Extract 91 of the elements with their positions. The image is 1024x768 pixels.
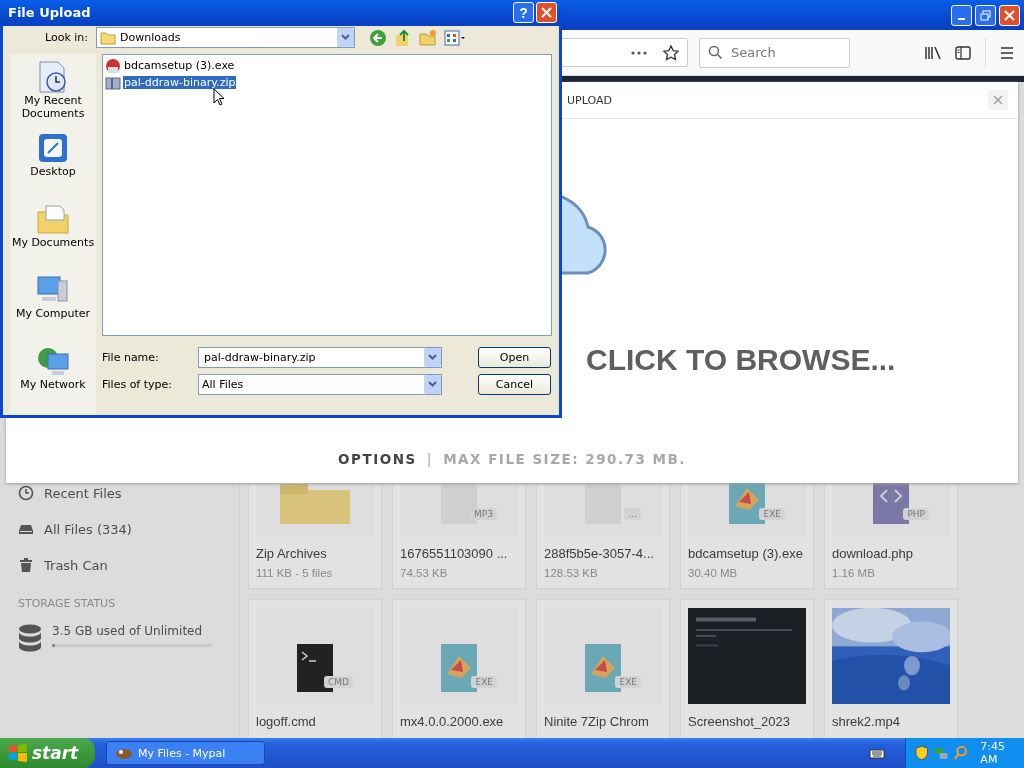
file-type-badge: EXE	[759, 508, 785, 520]
app-icon	[115, 746, 133, 760]
star-icon[interactable]	[663, 44, 679, 61]
zip-folder-icon	[105, 74, 121, 91]
keyboard-icon[interactable]	[869, 747, 885, 759]
file-name-combo[interactable]: pal-ddraw-binary.zip	[198, 347, 442, 368]
start-button[interactable]: start	[0, 738, 95, 768]
restore-button[interactable]	[975, 4, 996, 26]
help-button[interactable]: ?	[513, 2, 534, 24]
file-type-badge: EXE	[471, 676, 497, 688]
minimize-icon	[958, 18, 965, 20]
clock: 7:45 AM	[980, 740, 1007, 766]
library-icon[interactable]	[925, 45, 941, 60]
field-label: Files of type:	[102, 378, 173, 391]
view-menu-icon[interactable]	[444, 29, 466, 46]
more-icon[interactable]	[631, 50, 647, 55]
close-icon	[541, 7, 552, 19]
places-item[interactable]: My Network	[11, 344, 95, 415]
file-name: Ninite 7Zip Chrom	[544, 714, 650, 729]
sidebar-icon[interactable]	[955, 45, 971, 60]
separator: |	[426, 451, 434, 467]
file-card[interactable]: Screenshot_2023	[680, 599, 814, 738]
file-name: 1676551103090 ...	[400, 546, 509, 561]
sidebar-item[interactable]: All Files (334)	[44, 521, 132, 537]
file-size: 128.53 KB	[544, 567, 599, 579]
file-card[interactable]: CMD logoff.cmd	[248, 599, 382, 738]
dropdown-button[interactable]	[424, 375, 441, 394]
clock-icon	[18, 485, 34, 501]
places-item[interactable]: Desktop	[11, 131, 95, 202]
dialog-title: UPLOAD	[567, 93, 612, 107]
folder-icon	[280, 484, 350, 524]
taskbar-button[interactable]: My Files - Mypal	[106, 741, 265, 765]
database-icon	[18, 624, 42, 652]
places-item[interactable]: My Computer	[11, 273, 95, 344]
file-type-badge: ...	[624, 508, 641, 520]
file-size: 74.53 KB	[400, 567, 449, 579]
file-name: Zip Archives	[256, 546, 328, 561]
section-heading: STORAGE STATUS	[18, 597, 117, 610]
file-name: logoff.cmd	[256, 714, 317, 729]
storage-text: 3.5 GB used of Unlimited	[52, 624, 204, 638]
file-size: 1.16 MB	[832, 567, 876, 579]
file-name: shrek2.mp4	[832, 714, 901, 729]
file-card[interactable]: EXE Ninite 7Zip Chrom	[536, 599, 670, 738]
file-name: bdcamsetup (3).exe	[688, 546, 804, 561]
places-item[interactable]: My Documents	[11, 202, 95, 273]
open-button[interactable]: Open	[478, 347, 551, 368]
file-size: 111 KB - 5 files	[256, 567, 334, 579]
look-in-dropdown[interactable]: Downloads	[96, 27, 355, 49]
desktop-icon	[36, 131, 70, 165]
menu-icon[interactable]	[1000, 46, 1014, 59]
minimize-button[interactable]	[951, 4, 972, 26]
window-title: File Upload	[8, 5, 92, 21]
dropdown-button[interactable]	[337, 28, 354, 48]
file-item[interactable]: pal-ddraw-binary.zip	[123, 76, 237, 89]
installer-icon	[585, 644, 621, 692]
browse-prompt[interactable]: CLICK TO BROWSE...	[586, 343, 1018, 377]
cancel-button[interactable]: Cancel	[478, 374, 551, 395]
search-field[interactable]: Search	[729, 44, 833, 61]
file-type-dropdown[interactable]: All Files	[198, 374, 442, 395]
file-item[interactable]: bdcamsetup (3).exe	[123, 59, 236, 72]
shield-icon[interactable]	[914, 745, 930, 761]
sidebar-item[interactable]: Recent Files	[44, 485, 122, 501]
file-name: Screenshot_2023	[688, 714, 791, 729]
close-button[interactable]	[999, 4, 1020, 26]
restore-icon	[980, 9, 991, 21]
sidebar-item[interactable]: Trash Can	[44, 557, 108, 573]
folder-icon	[36, 202, 70, 236]
file-name: 288f5b5e-3057-4...	[544, 546, 655, 561]
search-icon	[708, 45, 723, 60]
cursor-icon	[213, 88, 225, 106]
places-item[interactable]: My Recent Documents	[11, 60, 95, 131]
field-label: Look in:	[44, 31, 89, 45]
file-name: download.php	[832, 546, 914, 561]
windows-logo	[8, 744, 28, 762]
close-icon	[993, 95, 1003, 105]
file-type-badge: EXE	[615, 676, 641, 688]
close-icon	[1004, 9, 1015, 21]
dropdown-button[interactable]	[424, 348, 441, 367]
file-type-badge: CMD	[324, 676, 353, 688]
file-size: 30.40 MB	[688, 567, 739, 579]
file-type-badge: PHP	[903, 508, 929, 520]
file-card[interactable]: shrek2.mp4	[824, 599, 958, 738]
installer-icon	[441, 644, 477, 692]
field-label: File name:	[102, 351, 160, 364]
installer-icon	[105, 57, 121, 74]
file-name: mx4.0.0.2000.exe	[400, 714, 505, 729]
search-box[interactable]: Search	[699, 37, 850, 68]
back-icon[interactable]	[369, 28, 387, 47]
close-button[interactable]	[536, 2, 557, 24]
file-card[interactable]: EXE mx4.0.0.2000.exe	[392, 599, 526, 738]
trash-icon	[18, 557, 34, 573]
